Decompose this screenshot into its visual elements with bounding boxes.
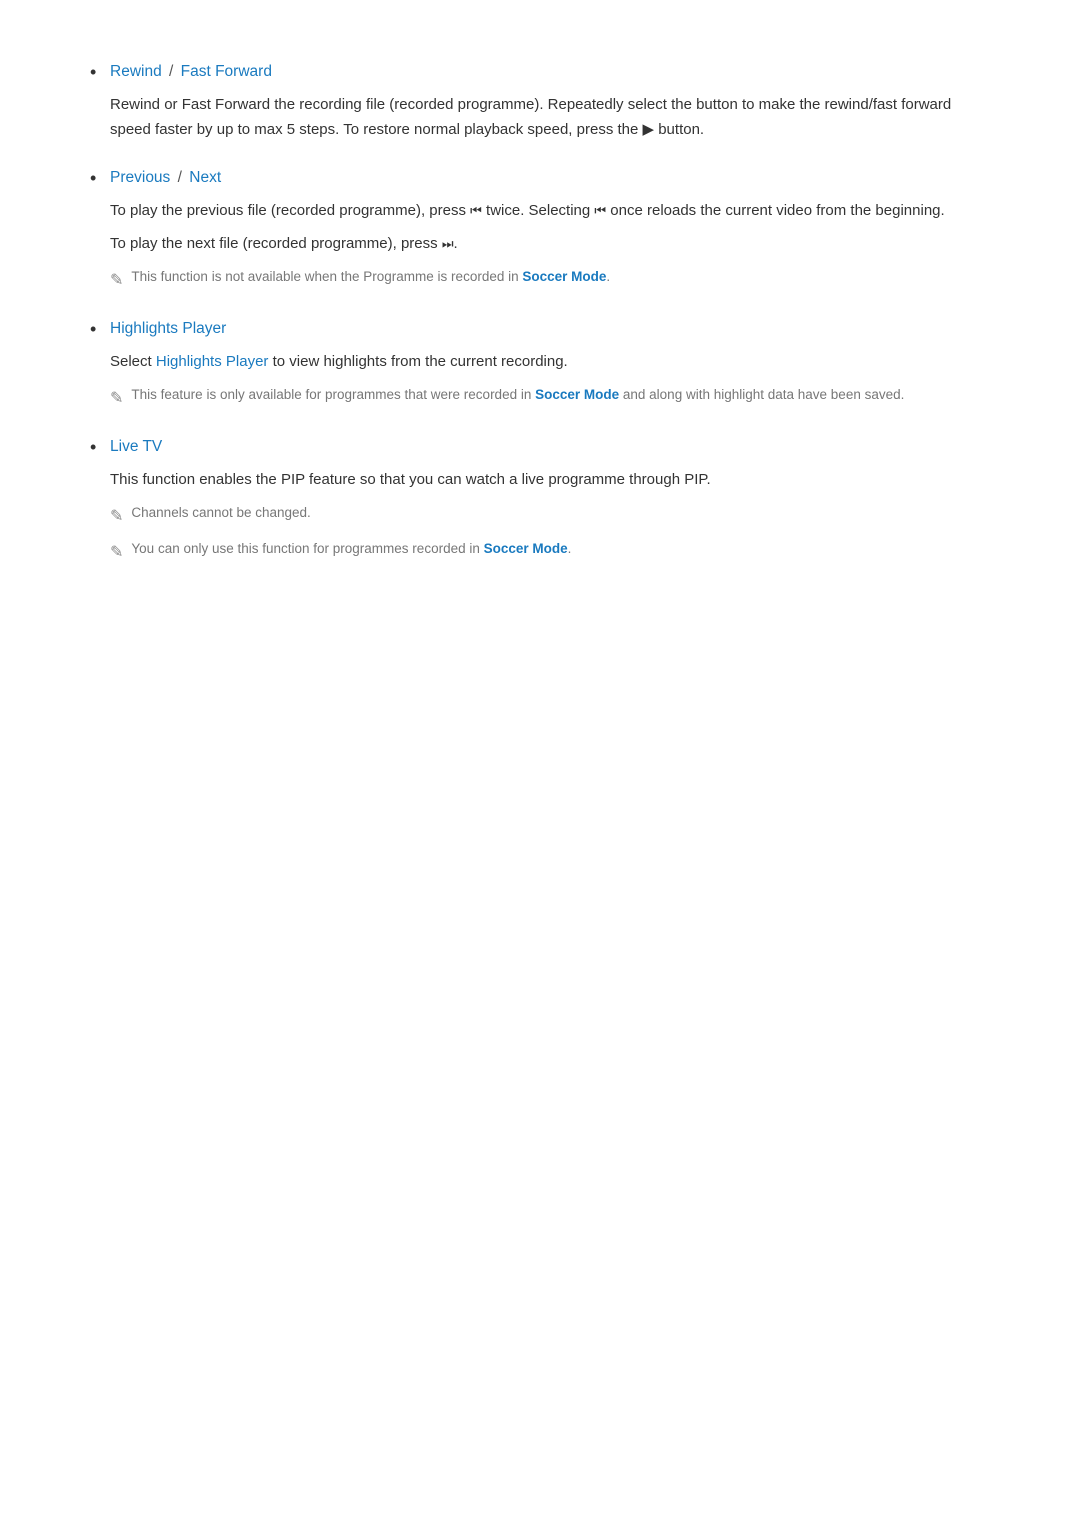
pencil-icon-2: ✎ <box>110 386 123 412</box>
link-next[interactable]: Next <box>189 169 221 186</box>
list-item-live-tv: Live TV This function enables the PIP fe… <box>90 435 990 566</box>
note-text-live-tv-1: Channels cannot be changed. <box>131 503 310 524</box>
note-text-previous-next: This function is not available when the … <box>131 267 610 288</box>
item-body-previous-next: To play the previous file (recorded prog… <box>110 199 990 293</box>
note-text-live-tv-2: You can only use this function for progr… <box>131 539 571 560</box>
main-list: Rewind / Fast Forward Rewind or Fast For… <box>90 60 990 566</box>
link-highlights-player[interactable]: Highlights Player <box>110 320 226 337</box>
separator-1: / <box>169 63 178 80</box>
content-area: Rewind / Fast Forward Rewind or Fast For… <box>90 40 990 566</box>
item-header-highlights: Highlights Player <box>110 317 990 342</box>
note-live-tv-2: ✎ You can only use this function for pro… <box>110 539 990 566</box>
live-tv-description: This function enables the PIP feature so… <box>110 468 990 493</box>
link-highlights-player-inline[interactable]: Highlights Player <box>156 353 269 370</box>
prev-icon-2: ⏮ <box>594 203 606 218</box>
link-soccer-mode-2[interactable]: Soccer Mode <box>535 387 619 402</box>
rewind-description: Rewind or Fast Forward the recording fil… <box>110 93 990 143</box>
item-header-live-tv: Live TV <box>110 435 990 460</box>
next-icon: ⏭ <box>442 236 454 251</box>
note-live-tv-1: ✎ Channels cannot be changed. <box>110 503 990 530</box>
note-text-highlights: This feature is only available for progr… <box>131 385 904 406</box>
next-description: To play the next file (recorded programm… <box>110 232 990 257</box>
link-rewind[interactable]: Rewind <box>110 63 162 80</box>
item-body-live-tv: This function enables the PIP feature so… <box>110 468 990 566</box>
link-soccer-mode-3[interactable]: Soccer Mode <box>484 541 568 556</box>
pencil-icon-4: ✎ <box>110 540 123 566</box>
link-live-tv[interactable]: Live TV <box>110 438 162 455</box>
list-item-previous-next: Previous / Next To play the previous fil… <box>90 166 990 293</box>
item-body-highlights: Select Highlights Player to view highlig… <box>110 350 990 411</box>
list-item-highlights: Highlights Player Select Highlights Play… <box>90 317 990 411</box>
item-header-rewind: Rewind / Fast Forward <box>110 60 990 85</box>
separator-2: / <box>178 169 187 186</box>
pencil-icon-1: ✎ <box>110 268 123 294</box>
note-highlights: ✎ This feature is only available for pro… <box>110 385 990 412</box>
item-header-previous-next: Previous / Next <box>110 166 990 191</box>
prev-icon: ⏮ <box>470 203 482 218</box>
note-previous-next: ✎ This function is not available when th… <box>110 267 990 294</box>
highlights-description: Select Highlights Player to view highlig… <box>110 350 990 375</box>
link-previous[interactable]: Previous <box>110 169 170 186</box>
link-fast-forward[interactable]: Fast Forward <box>181 63 272 80</box>
link-soccer-mode-1[interactable]: Soccer Mode <box>522 269 606 284</box>
previous-description: To play the previous file (recorded prog… <box>110 199 990 224</box>
pencil-icon-3: ✎ <box>110 504 123 530</box>
list-item-rewind: Rewind / Fast Forward Rewind or Fast For… <box>90 60 990 142</box>
item-body-rewind: Rewind or Fast Forward the recording fil… <box>110 93 990 143</box>
page-container: Rewind / Fast Forward Rewind or Fast For… <box>0 0 1080 1527</box>
